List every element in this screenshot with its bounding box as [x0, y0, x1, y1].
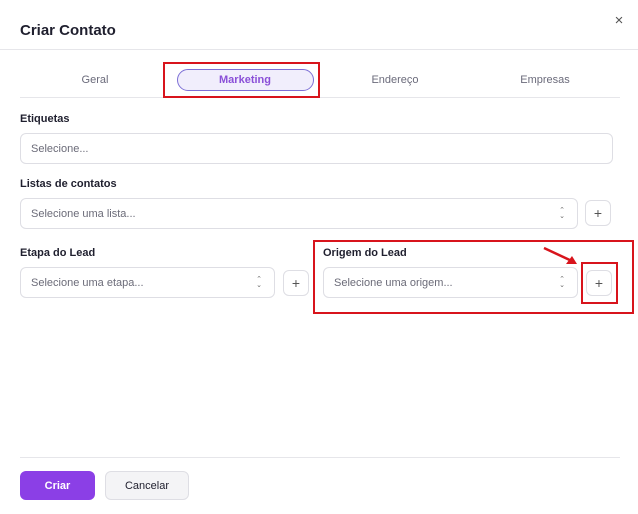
tab-empresas[interactable]: Empresas: [470, 64, 620, 96]
chevron-updown-icon: ⌃ ⌄: [256, 276, 262, 289]
listas-select[interactable]: Selecione uma lista... ⌃ ⌄: [20, 198, 578, 229]
tab-geral[interactable]: Geral: [20, 64, 170, 96]
etapa-placeholder: Selecione uma etapa...: [31, 276, 144, 289]
tab-label: Marketing: [176, 69, 314, 91]
cancel-button[interactable]: Cancelar: [105, 471, 189, 500]
tabs-divider: [20, 97, 620, 98]
tab-label: Geral: [81, 74, 109, 86]
tab-endereco[interactable]: Endereço: [320, 64, 470, 96]
listas-placeholder: Selecione uma lista...: [31, 207, 136, 220]
origem-select[interactable]: Selecione uma origem... ⌃ ⌄: [323, 267, 578, 298]
chevron-updown-icon: ⌃ ⌄: [559, 207, 565, 220]
origem-label: Origem do Lead: [323, 247, 407, 259]
etiquetas-label: Etiquetas: [20, 113, 70, 125]
add-stage-button[interactable]: +: [283, 270, 309, 296]
tab-label: Endereço: [371, 74, 419, 86]
dialog-title: Criar Contato: [20, 22, 116, 39]
etapa-label: Etapa do Lead: [20, 247, 96, 259]
chevron-updown-icon: ⌃ ⌄: [559, 276, 565, 289]
etiquetas-select[interactable]: Selecione...: [20, 133, 613, 164]
listas-label: Listas de contatos: [20, 178, 117, 190]
annotation-arrow: [543, 246, 577, 264]
close-icon[interactable]: ×: [610, 11, 628, 29]
origem-placeholder: Selecione uma origem...: [334, 276, 453, 289]
add-list-button[interactable]: +: [585, 200, 611, 226]
tab-bar: Geral Marketing Endereço Empresas: [20, 64, 620, 96]
plus-icon: +: [291, 275, 301, 291]
plus-icon: +: [593, 205, 603, 221]
header-divider: [0, 49, 638, 50]
add-origin-button[interactable]: +: [586, 270, 612, 296]
etiquetas-placeholder: Selecione...: [31, 142, 89, 155]
footer-divider: [20, 457, 620, 458]
create-contact-dialog: Criar Contato × Geral Marketing Endereço…: [0, 0, 638, 514]
plus-icon: +: [594, 275, 604, 291]
tab-label: Empresas: [520, 74, 570, 86]
create-button[interactable]: Criar: [20, 471, 95, 500]
etapa-select[interactable]: Selecione uma etapa... ⌃ ⌄: [20, 267, 275, 298]
tab-marketing[interactable]: Marketing: [170, 64, 320, 96]
